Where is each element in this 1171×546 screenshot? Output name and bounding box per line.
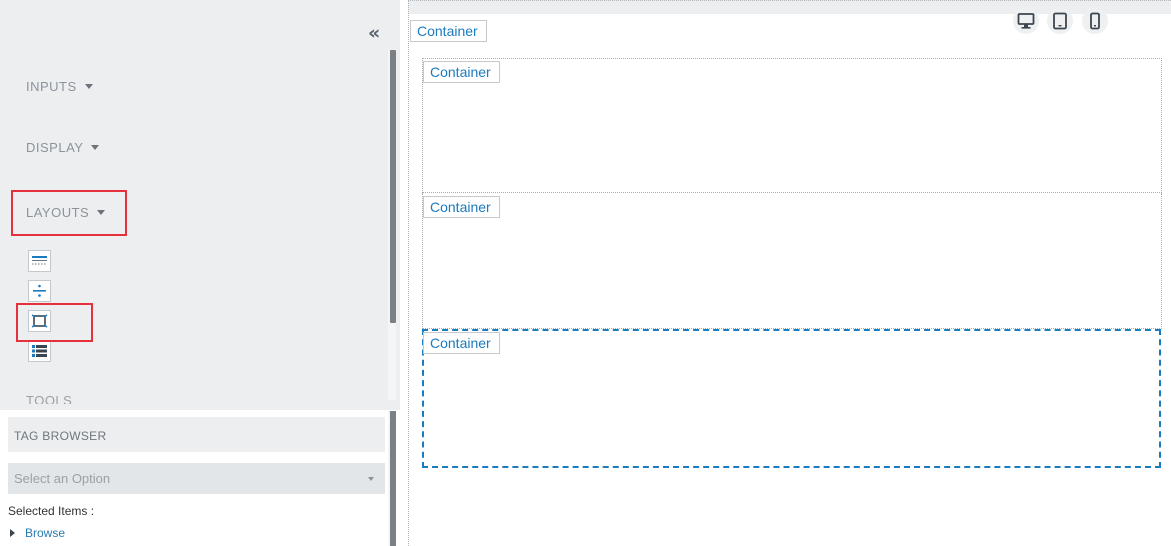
tag-browser-scrollbar-thumb[interactable] — [390, 411, 396, 546]
container-1-label[interactable]: Container — [423, 61, 500, 83]
selected-items-label: Selected Items : — [8, 504, 95, 518]
horizontal-rule-icon — [32, 256, 47, 265]
tag-source-select[interactable]: Select an Option — [8, 463, 385, 494]
desktop-icon — [1017, 13, 1035, 29]
tag-browser-header[interactable]: TAG BROWSER — [8, 417, 385, 452]
horizontal-rule-tool[interactable] — [28, 250, 51, 272]
component-palette: « INPUTS DISPLAY LAYOUTS TOOLS — [0, 0, 400, 410]
section-tools[interactable]: TOOLS — [26, 394, 72, 404]
list-layout-tool[interactable] — [28, 340, 51, 362]
section-display[interactable]: DISPLAY — [26, 140, 100, 155]
container-1[interactable] — [422, 58, 1162, 193]
section-tools-label: TOOLS — [26, 394, 73, 404]
container-tool-highlight-box — [16, 303, 93, 342]
divider-icon — [33, 284, 46, 297]
container-3-selected[interactable] — [422, 329, 1161, 468]
browse-tree-node[interactable]: Browse — [10, 526, 65, 540]
chevron-down-icon — [91, 145, 100, 151]
collapse-panel-button[interactable]: « — [368, 24, 380, 43]
tablet-icon — [1053, 12, 1067, 30]
chevron-down-icon — [368, 477, 374, 481]
browse-label: Browse — [25, 526, 66, 540]
tablet-view-button[interactable] — [1047, 8, 1073, 34]
container-2[interactable] — [422, 193, 1162, 329]
phone-view-button[interactable] — [1082, 8, 1108, 34]
container-3-label[interactable]: Container — [423, 332, 500, 354]
tag-source-select-value: Select an Option — [14, 471, 111, 486]
layouts-highlight-box — [11, 190, 127, 236]
list-layout-icon — [32, 345, 47, 357]
desktop-view-button[interactable] — [1013, 8, 1039, 34]
tag-browser-panel: TAG BROWSER Select an Option Selected It… — [0, 411, 400, 546]
phone-icon — [1090, 12, 1100, 30]
palette-scrollbar-thumb[interactable] — [390, 50, 396, 323]
container-2-label[interactable]: Container — [423, 196, 500, 218]
chevron-down-icon — [84, 84, 93, 90]
section-inputs[interactable]: INPUTS — [26, 79, 93, 94]
divider-tool[interactable] — [28, 280, 51, 302]
section-inputs-label: INPUTS — [26, 79, 77, 94]
section-display-label: DISPLAY — [26, 140, 84, 155]
outer-container-label[interactable]: Container — [410, 20, 487, 42]
expand-arrow-icon — [10, 528, 15, 537]
